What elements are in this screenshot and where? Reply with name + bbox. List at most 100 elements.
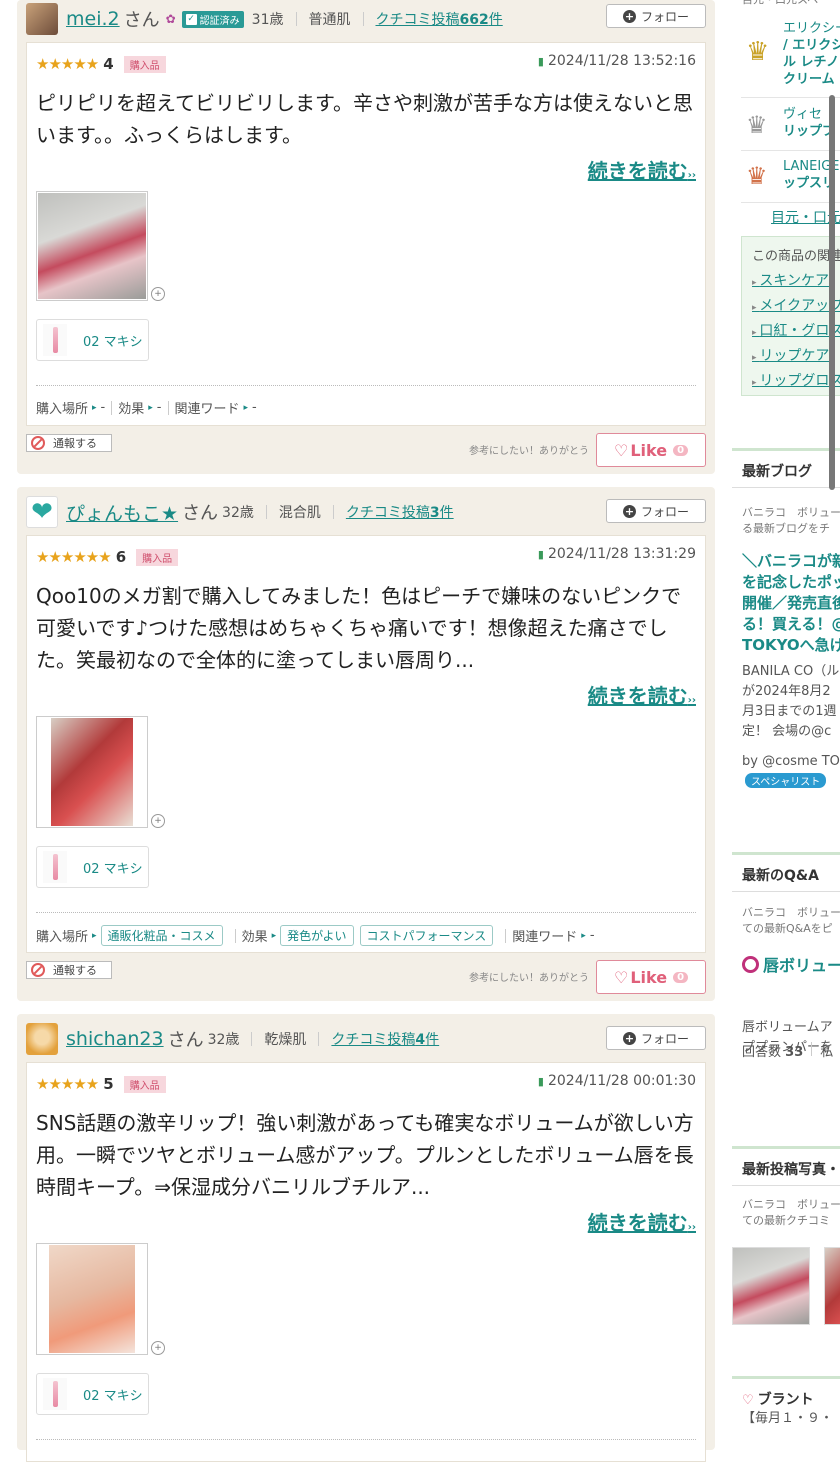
scrollbar[interactable] (829, 95, 835, 490)
rank-2-brand: ヴィセ (783, 107, 823, 122)
photo-desc-line: バニラコ ボリュー (742, 1198, 840, 1211)
report-button[interactable]: 通報する (26, 961, 112, 979)
avatar[interactable] (26, 1023, 58, 1055)
effect-tag[interactable]: コストパフォーマンス (359, 925, 494, 946)
post-count: 662 (459, 12, 489, 28)
thanks-text: 参考にしたい！ありがとう (469, 973, 589, 984)
phone-icon: ▮ (537, 548, 544, 561)
review-photo[interactable] (36, 191, 148, 301)
like-count: 0 (673, 971, 689, 983)
heart-icon: ♡ (613, 440, 629, 460)
read-more-link[interactable]: 続きを読む›› (588, 155, 696, 184)
phone-icon: ▮ (537, 1075, 544, 1088)
photo-section-title[interactable]: 最新投稿写真・ (732, 1146, 840, 1186)
username-link[interactable]: ぴょんもこ★ (66, 499, 178, 526)
blog-section-title[interactable]: 最新ブログ (732, 448, 840, 488)
words-value: - (589, 928, 595, 943)
report-label: 通報する (53, 964, 97, 977)
review-card: mei.2 さん ✿ ✓ 認証済み 31歳 普通肌 クチコミ投稿662件 + フォロ… (17, 0, 715, 474)
avatar[interactable]: ❤ (26, 496, 58, 528)
bfc-section-title[interactable]: ♡ ブラント (732, 1376, 840, 1409)
question-icon (742, 956, 759, 973)
zoom-icon[interactable]: + (151, 287, 165, 301)
place-value: - (100, 400, 106, 415)
like-button[interactable]: ♡ Like 0 (596, 433, 706, 467)
place-tag[interactable]: 通販化粧品・コスメ (100, 925, 223, 946)
follow-button[interactable]: + フォロー (606, 4, 706, 28)
post-count-suffix: 件 (488, 12, 503, 28)
review-meta: 購入場所 ▸ 通販化粧品・コスメ 効果 ▸ 発色がよい コストパフォーマンス 関連ワード ▸… (36, 912, 696, 946)
post-count-link[interactable]: クチコミ投稿4件 (331, 1029, 439, 1049)
review-photo[interactable] (36, 716, 148, 828)
color-variant[interactable]: 02 マキシ (36, 846, 149, 888)
photo-thumbnail[interactable] (824, 1247, 840, 1325)
effect-tag[interactable]: 発色がよい (280, 925, 354, 946)
related-link[interactable]: 口紅・グロス (752, 320, 840, 345)
related-categories: この商品の関連 スキンケア メイクアップ 口紅・グロス リップケア リップグロス (741, 236, 840, 396)
qa-answers-count: 33 (785, 1045, 804, 1060)
read-more-link[interactable]: 続きを読む›› (588, 1207, 696, 1236)
divider (741, 150, 840, 151)
blog-headline-line: ＼バニラコが新 (742, 552, 840, 570)
review-header: ❤ ぴょんもこ★ さん 32歳 混合肌 クチコミ投稿3件 + フォロー (26, 496, 706, 528)
follow-label: フォロー (640, 504, 689, 519)
qa-answers-label: 回答数 (742, 1045, 782, 1060)
review-meta (36, 1439, 696, 1452)
purchased-badge: 購入品 (123, 55, 166, 73)
check-icon: ✓ (185, 13, 197, 25)
place-label: 購入場所 (36, 402, 89, 417)
photo-thumbnail[interactable] (732, 1247, 810, 1325)
review-photo[interactable] (36, 1243, 148, 1355)
chevron-right-icon: ▸ (92, 930, 97, 941)
related-link[interactable]: メイクアップ (752, 295, 840, 320)
related-link[interactable]: スキンケア (752, 270, 840, 295)
qa-headline[interactable]: 唇ボリュー (742, 955, 840, 976)
related-link[interactable]: リップグロス (752, 370, 840, 395)
follow-button[interactable]: + フォロー (606, 1026, 706, 1050)
like-label: Like (630, 967, 668, 987)
zoom-icon[interactable]: + (151, 1341, 165, 1355)
bfc-subtitle: 【毎月１・９・ (742, 1411, 834, 1426)
rank-1[interactable]: エリクシール / エリクシ ル レチノ クリーム (783, 20, 840, 88)
verified-label: 認証済み (199, 15, 240, 27)
post-count: 4 (415, 1032, 426, 1048)
like-button[interactable]: ♡ Like 0 (596, 960, 706, 994)
qa-desc: バニラコ ボリュー ての最新Q&Aをピ (742, 905, 840, 937)
chevron-right-icon: ▸ (271, 930, 277, 941)
like-label: Like (630, 440, 668, 460)
lipstick-icon (43, 324, 67, 356)
post-date: ▮ 2024/11/28 00:01:30 (538, 1073, 696, 1089)
read-more-link[interactable]: 続きを読む›› (588, 680, 696, 709)
rank-1-name-line3: クリーム (783, 72, 835, 87)
photo-desc: バニラコ ボリュー ての最新クチコミ (742, 1197, 840, 1229)
blog-desc: バニラコ ボリュー る最新ブログをチ (742, 505, 840, 537)
honorific: さん (123, 10, 160, 31)
blog-author[interactable]: by @cosme TO (742, 752, 840, 772)
blog-excerpt-line: BANILA CO（ル (742, 664, 840, 679)
color-variant[interactable]: 02 マキシ (36, 319, 149, 361)
plus-icon: + (622, 9, 636, 23)
avatar[interactable] (26, 3, 58, 35)
qa-section-title[interactable]: 最新のQ&A (732, 852, 840, 892)
report-button[interactable]: 通報する (26, 434, 112, 452)
username-link[interactable]: mei.2 (66, 8, 120, 30)
related-link[interactable]: リップケア (752, 345, 840, 370)
divider (251, 1032, 253, 1046)
blog-title: 最新ブログ (742, 464, 812, 480)
username-link[interactable]: shichan23 (66, 1028, 164, 1050)
divider (362, 12, 364, 26)
color-variant[interactable]: 02 マキシ (36, 1373, 149, 1415)
post-count-link[interactable]: クチコミ投稿3件 (346, 502, 454, 522)
chevron-right-icon: ▸ (243, 402, 249, 413)
sidebar-breadcrumb[interactable]: 目元・口元スペ (742, 0, 818, 8)
zoom-icon[interactable]: + (151, 814, 165, 828)
rating: ★★★★★ 5 購入品 (36, 1075, 166, 1093)
bfc-logo-icon: ♡ (742, 1393, 754, 1408)
photo-title: 最新投稿写真・ (742, 1162, 840, 1178)
follow-button[interactable]: + フォロー (606, 499, 706, 523)
photo-image (51, 718, 133, 826)
blog-headline[interactable]: ＼バニラコが新 を記念したポッ 開催／発売直後 る！買える！@ TOKYOへ急げ (742, 551, 840, 656)
divider (741, 202, 840, 203)
post-count-link[interactable]: クチコミ投稿662件 (376, 9, 503, 29)
post-count-prefix: クチコミ投稿 (331, 1032, 416, 1048)
